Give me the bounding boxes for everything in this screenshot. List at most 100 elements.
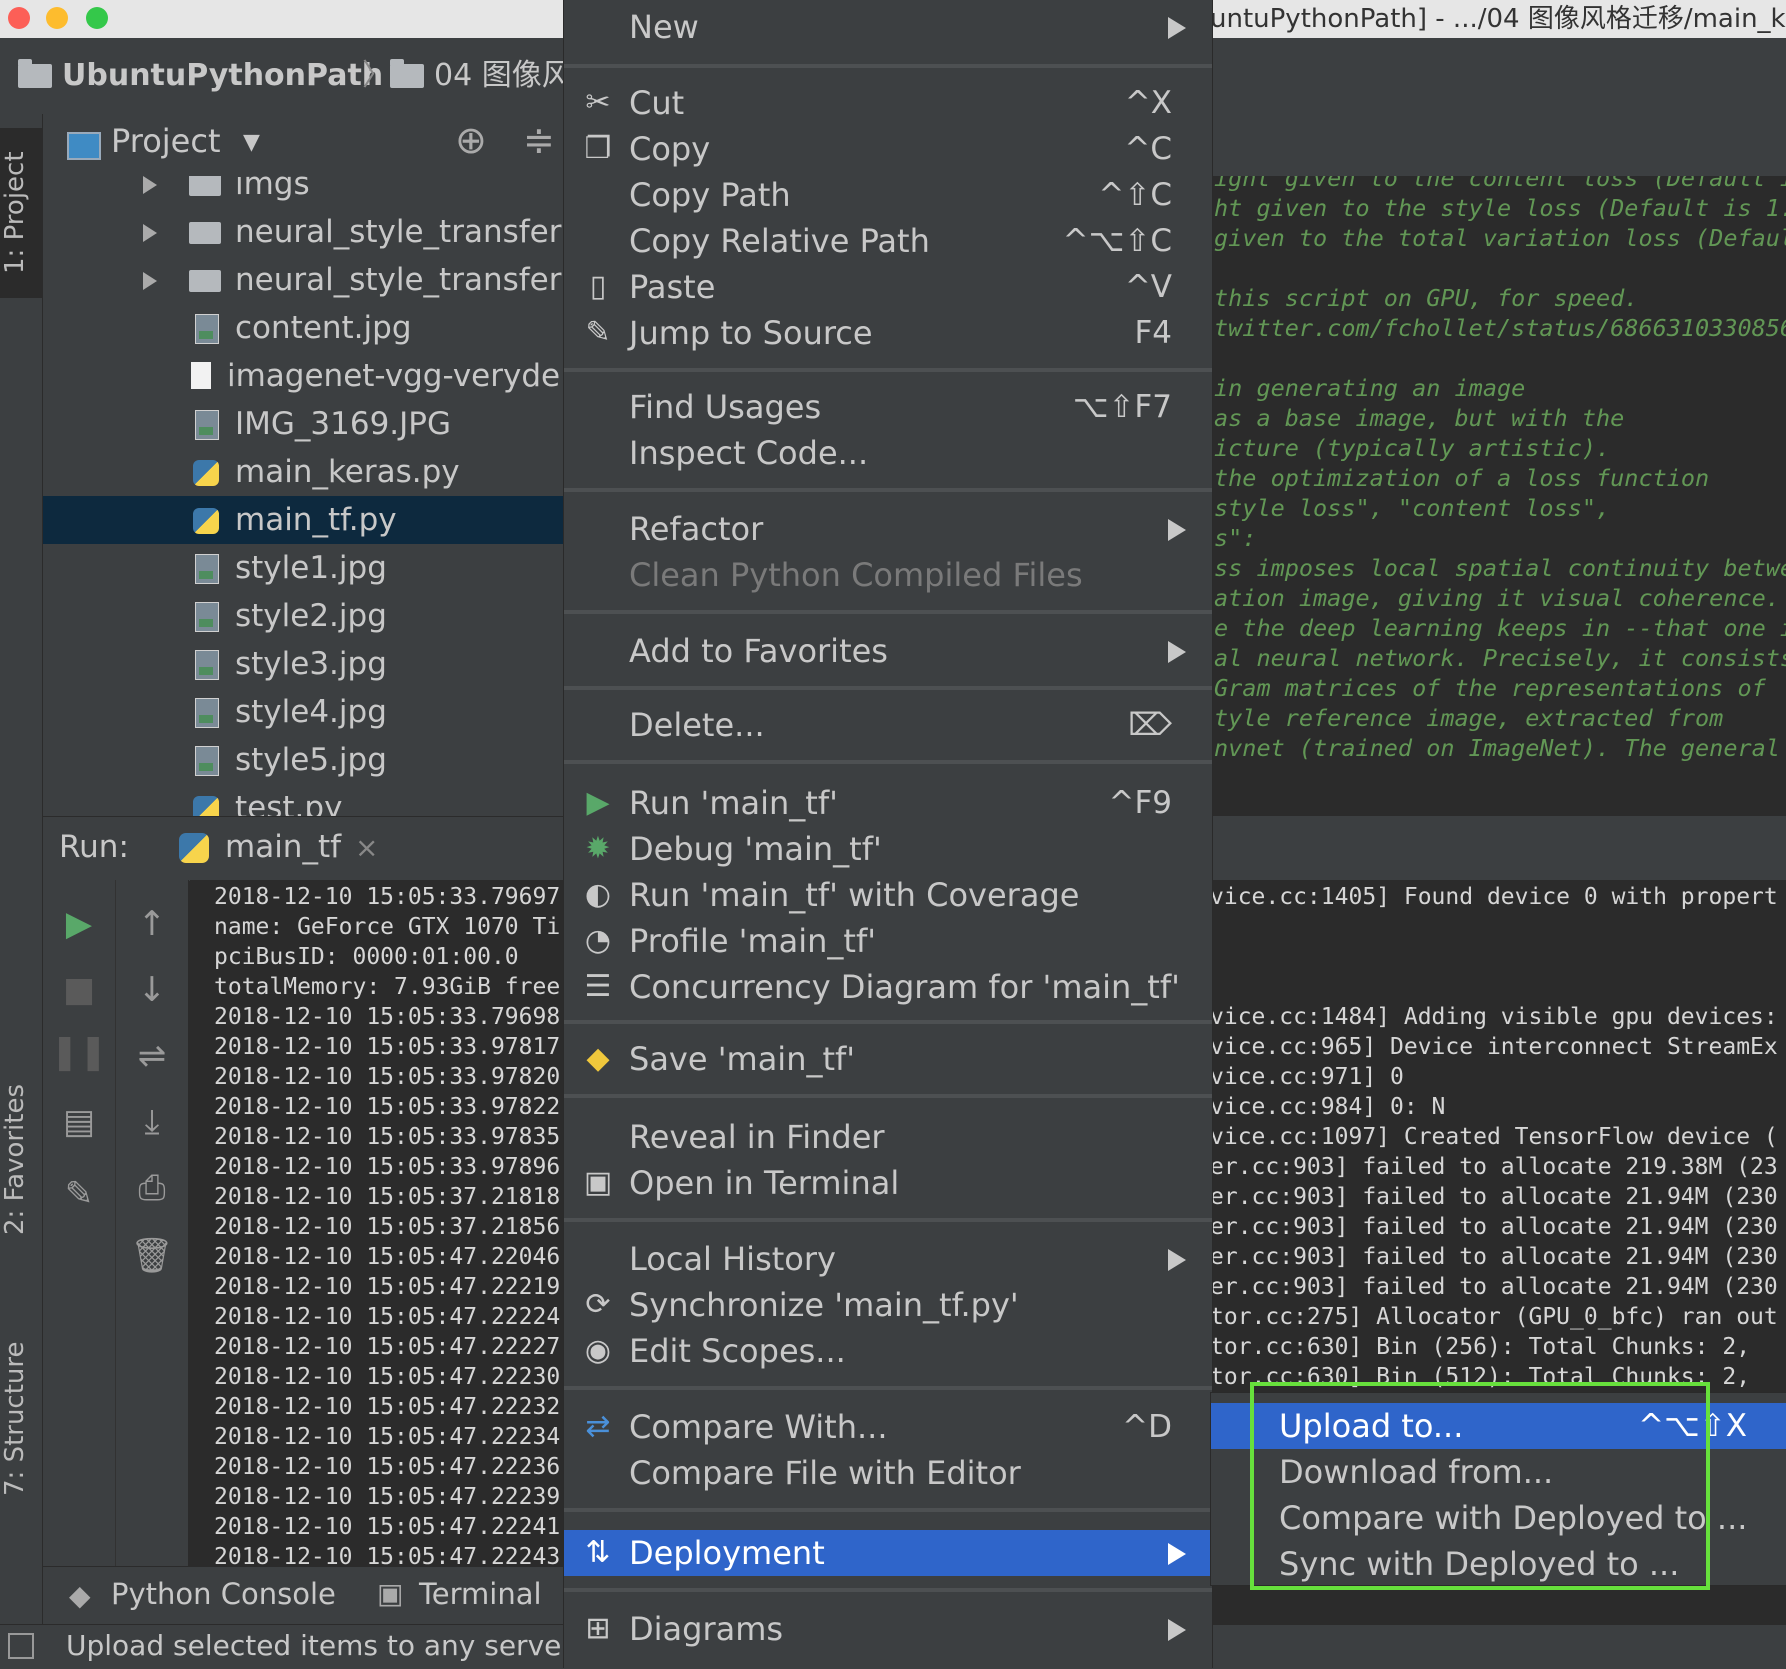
menu-item-shortcut: ^D (1122, 1409, 1172, 1445)
trash-icon[interactable]: 🗑 (116, 1236, 188, 1276)
minimize-window-button[interactable] (46, 7, 68, 29)
tab-favorites-tool[interactable]: 2: Favorites (0, 1074, 42, 1244)
tree-row[interactable]: imgs (43, 176, 563, 208)
zoom-window-button[interactable] (86, 7, 108, 29)
collapse-all-icon[interactable]: ≑ (523, 118, 555, 162)
menu-item-run-main-tf-with-coverage[interactable]: ◐ Run 'main_tf' with Coverage (564, 872, 1212, 918)
tree-row[interactable]: main_keras.py (43, 448, 563, 496)
menu-item-profile-main-tf[interactable]: ◔ Profile 'main_tf' (564, 918, 1212, 964)
menu-item-find-usages[interactable]: Find Usages ⌥⇧F7 (564, 384, 1212, 430)
breadcrumb-folder[interactable]: 04 图像风 (434, 56, 572, 96)
menu-item-compare-with[interactable]: ⇄ Compare With... ^D (564, 1404, 1212, 1450)
expand-arrow-icon[interactable] (143, 224, 157, 242)
console-line: 2018-12-10 15:05:47.22219 (214, 1274, 561, 1300)
code-line: the optimization of a loss function (1214, 464, 1710, 492)
menu-item-reveal-in-finder[interactable]: Reveal in Finder (564, 1114, 1212, 1160)
run-console[interactable]: 2018-12-10 15:05:33.79697 name: GeForce … (190, 880, 563, 1566)
menu-item-inspect-code[interactable]: Inspect Code... (564, 430, 1212, 476)
locate-icon[interactable]: ⊕ (455, 118, 487, 162)
submenu-arrow-icon (1168, 1543, 1186, 1565)
menu-item-add-to-favorites[interactable]: Add to Favorites (564, 628, 1212, 674)
profile-icon: ◔ (584, 923, 612, 958)
run-tab-main-tf[interactable]: main_tf (225, 829, 341, 865)
scroll-up-icon[interactable]: ↑ (116, 904, 188, 944)
menu-item-debug-main-tf[interactable]: ✹ Debug 'main_tf' (564, 826, 1212, 872)
submenu-arrow-icon (1168, 641, 1186, 663)
tree-row[interactable]: style5.jpg (43, 736, 563, 784)
menu-item-compare-file-with-editor[interactable]: Compare File with Editor (564, 1450, 1212, 1496)
menu-item-delete[interactable]: Delete... ⌦ (564, 702, 1212, 748)
menu-item-paste[interactable]: ▯ Paste ^V (564, 264, 1212, 310)
menu-item-edit-scopes[interactable]: ◉ Edit Scopes... (564, 1328, 1212, 1374)
menu-item-copy[interactable]: ❐ Copy ^C (564, 126, 1212, 172)
console-line: 2018-12-10 15:05:33.97896 (214, 1154, 561, 1180)
menu-item-copy-relative-path[interactable]: Copy Relative Path ^⌥⇧C (564, 218, 1212, 264)
tree-row[interactable]: style1.jpg (43, 544, 563, 592)
tree-row[interactable]: style2.jpg (43, 592, 563, 640)
close-window-button[interactable] (8, 7, 30, 29)
sync-icon: ⟳ (585, 1287, 611, 1322)
tree-row[interactable]: imagenet-vgg-veryde (43, 352, 563, 400)
menu-item-concurrency-diagram-for-main-tf[interactable]: ☰ Concurrency Diagram for 'main_tf' (564, 964, 1212, 1010)
tree-row[interactable]: neural_style_transfer (43, 208, 563, 256)
console-line: 2018-12-10 15:05:33.97817 (214, 1034, 561, 1060)
layout-icon[interactable]: ▤ (43, 1102, 115, 1142)
run-icon: ▶ (586, 785, 610, 820)
code-line: this script on GPU, for speed. (1214, 284, 1639, 312)
project-view-title[interactable]: Project (111, 122, 220, 160)
rerun-icon[interactable]: ▶ (43, 904, 115, 944)
menu-item-synchronize-main-tf-py[interactable]: ⟳ Synchronize 'main_tf.py' (564, 1282, 1212, 1328)
tree-row[interactable]: content.jpg (43, 304, 563, 352)
console-line: 2018-12-10 15:05:47.22236 (214, 1454, 561, 1480)
scroll-to-end-icon[interactable]: ⤓ (116, 1102, 188, 1142)
code-editor[interactable]: ight given to the content loss (Default … (1210, 176, 1786, 816)
console-line: er.cc:903] failed to allocate 21.94M (23… (1210, 1274, 1778, 1300)
python-icon (179, 833, 209, 863)
menu-separator (564, 1218, 1212, 1222)
menu-item-open-in-terminal[interactable]: ▣ Open in Terminal (564, 1160, 1212, 1206)
menu-item-jump-to-source[interactable]: ✎ Jump to Source F4 (564, 310, 1212, 356)
menu-separator (564, 488, 1212, 492)
tree-row[interactable]: style4.jpg (43, 688, 563, 736)
tree-row[interactable]: neural_style_transfer (43, 256, 563, 304)
tree-row[interactable]: IMG_3169.JPG (43, 400, 563, 448)
print-icon[interactable]: ⎙ (116, 1168, 188, 1208)
menu-item-copy-path[interactable]: Copy Path ^⇧C (564, 172, 1212, 218)
tree-row[interactable]: test.py (43, 784, 563, 816)
menu-item-label: Synchronize 'main_tf.py' (629, 1286, 1019, 1324)
tab-project-tool[interactable]: 1: Project (0, 128, 42, 298)
tab-python-console[interactable]: Python Console (111, 1577, 336, 1611)
menu-item-refactor[interactable]: Refactor (564, 506, 1212, 552)
menu-item-label: Jump to Source (629, 314, 873, 352)
soft-wrap-icon[interactable]: ⇌ (116, 1036, 188, 1076)
tree-item-label: main_keras.py (235, 454, 460, 490)
stop-icon[interactable]: ■ (43, 970, 115, 1010)
menu-item-diagrams[interactable]: ⊞ Diagrams (564, 1606, 1212, 1652)
menu-item-label: Run 'main_tf' (629, 784, 838, 822)
expand-arrow-icon[interactable] (143, 176, 157, 194)
menu-item-cut[interactable]: ✂ Cut ^X (564, 80, 1212, 126)
menu-item-deployment[interactable]: ⇅ Deployment (564, 1530, 1212, 1576)
chevron-down-icon[interactable]: ▼ (243, 130, 260, 155)
menu-item-local-history[interactable]: Local History (564, 1236, 1212, 1282)
tree-row[interactable]: style3.jpg (43, 640, 563, 688)
close-tab-icon[interactable]: × (355, 831, 378, 864)
toggle-tool-windows-icon[interactable] (8, 1633, 34, 1659)
tab-structure-tool[interactable]: 7: Structure (0, 1334, 42, 1504)
pause-icon[interactable]: ❚❚ (43, 1032, 115, 1072)
pin-icon[interactable]: ✎ (43, 1174, 115, 1214)
expand-arrow-icon[interactable] (143, 272, 157, 290)
scroll-down-icon[interactable]: ↓ (116, 970, 188, 1010)
menu-item-save-main-tf[interactable]: ◆ Save 'main_tf' (564, 1036, 1212, 1082)
breadcrumb-separator-icon: 〉 (362, 58, 392, 93)
tree-item-label: style2.jpg (235, 598, 387, 634)
breadcrumb-project[interactable]: UbuntuPythonPath (62, 56, 383, 96)
menu-item-new[interactable]: New (564, 4, 1212, 50)
console-line: vice.cc:984] 0: N (1210, 1094, 1446, 1120)
menu-item-label: Edit Scopes... (629, 1332, 846, 1370)
menu-item-run-main-tf[interactable]: ▶ Run 'main_tf' ^F9 (564, 780, 1212, 826)
terminal-icon: ▣ (583, 1165, 613, 1200)
tree-row-selected[interactable]: main_tf.py (43, 496, 563, 544)
tab-terminal[interactable]: Terminal (419, 1577, 542, 1611)
console-line: er.cc:903] failed to allocate 21.94M (23… (1210, 1214, 1778, 1240)
